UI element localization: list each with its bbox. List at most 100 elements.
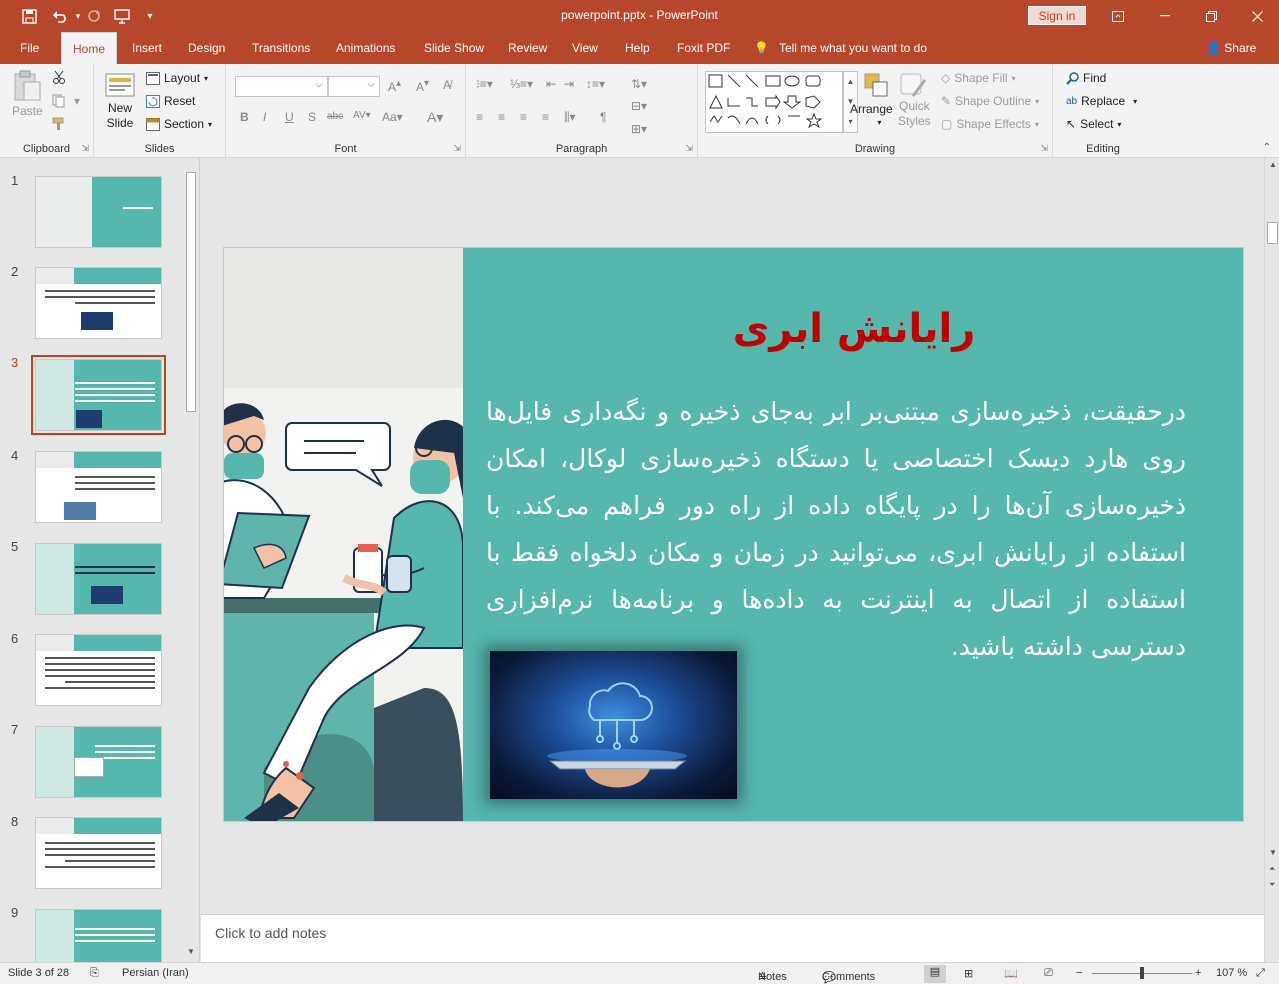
section-button[interactable]: Section ▾ bbox=[146, 117, 212, 131]
editor-scroll-thumb[interactable] bbox=[1267, 222, 1278, 244]
paste-button[interactable]: Paste bbox=[12, 70, 43, 118]
slide-title[interactable]: رایانش ابری bbox=[463, 306, 1243, 352]
slide-thumbnail-4[interactable] bbox=[35, 451, 162, 523]
quick-styles-button[interactable]: Quick Styles bbox=[898, 72, 931, 128]
spelling-check-icon[interactable]: ⎘ bbox=[90, 967, 99, 980]
slide-thumbnail-8[interactable] bbox=[35, 817, 162, 889]
columns-icon[interactable]: ⫼▾ bbox=[564, 110, 576, 125]
fit-to-window-icon[interactable]: ⤢ bbox=[1256, 967, 1265, 980]
notes-placeholder[interactable]: Click to add notes bbox=[215, 925, 326, 941]
slide-show-icon[interactable]: ⎚ bbox=[1044, 967, 1053, 980]
find-button[interactable]: Find bbox=[1066, 71, 1106, 85]
normal-view-icon[interactable]: ▤ bbox=[924, 965, 946, 983]
smartart-icon[interactable]: ⊞▾ bbox=[631, 122, 647, 136]
font-launcher-icon[interactable]: ⇲ bbox=[453, 143, 461, 154]
scroll-up-icon[interactable]: ▲ bbox=[1269, 160, 1277, 169]
tab-file[interactable]: File bbox=[20, 32, 39, 64]
editor-scrollbar[interactable]: ▲ ▼ ⏶ ⏷ bbox=[1264, 158, 1279, 962]
drawing-launcher-icon[interactable]: ⇲ bbox=[1040, 143, 1048, 154]
shapes-gallery[interactable] bbox=[705, 71, 843, 133]
close-icon[interactable] bbox=[1245, 6, 1269, 26]
underline-icon[interactable]: U bbox=[285, 110, 294, 124]
share-button[interactable]: 👤 Share bbox=[1206, 32, 1256, 64]
next-slide-icon[interactable]: ⏷ bbox=[1269, 880, 1275, 890]
line-spacing-icon[interactable]: ↕≡▾ bbox=[586, 77, 605, 91]
scroll-down-icon[interactable]: ▼ bbox=[1269, 848, 1277, 857]
arrange-button[interactable]: Arrange ▾ bbox=[848, 72, 893, 127]
layout-button[interactable]: Layout ▾ bbox=[146, 71, 208, 85]
format-painter-icon[interactable] bbox=[52, 117, 66, 131]
language-indicator[interactable]: Persian (Iran) bbox=[122, 967, 189, 979]
slide-thumbnail-2[interactable] bbox=[35, 267, 162, 339]
scroll-down-icon[interactable]: ▼ bbox=[187, 947, 195, 956]
bold-icon[interactable]: B bbox=[240, 110, 249, 124]
slide-canvas[interactable]: رایانش ابری درحقیقت، ذخیره‌سازی مبتنی‌بر… bbox=[223, 247, 1244, 822]
align-right-icon[interactable]: ≡ bbox=[520, 110, 527, 124]
sign-in-button[interactable]: Sign in bbox=[1028, 6, 1086, 25]
tab-transitions[interactable]: Transitions bbox=[252, 32, 310, 64]
font-size-combo[interactable]: ⌵ bbox=[328, 76, 380, 97]
zoom-level[interactable]: 107 % bbox=[1216, 967, 1247, 979]
tell-me-search[interactable]: 💡 Tell me what you want to do bbox=[754, 32, 927, 64]
thumbnails-scroll-thumb[interactable] bbox=[186, 172, 196, 412]
change-case-icon[interactable]: Aa▾ bbox=[382, 110, 403, 124]
strikethrough-icon[interactable]: abc bbox=[327, 111, 343, 122]
tab-view[interactable]: View bbox=[572, 32, 598, 64]
tab-review[interactable]: Review bbox=[508, 32, 547, 64]
ribbon-display-options-icon[interactable] bbox=[1106, 6, 1130, 26]
replace-button[interactable]: ab Replace ▾ bbox=[1066, 94, 1137, 108]
tab-insert[interactable]: Insert bbox=[132, 32, 162, 64]
shape-fill-button[interactable]: ◇ Shape Fill ▾ bbox=[941, 71, 1016, 85]
text-shadow-icon[interactable]: S bbox=[308, 110, 316, 124]
align-left-icon[interactable]: ≡ bbox=[476, 110, 483, 124]
tab-home[interactable]: Home bbox=[61, 32, 118, 64]
tab-help[interactable]: Help bbox=[625, 32, 650, 64]
align-text-icon[interactable]: ⊟▾ bbox=[631, 99, 647, 113]
slide-thumbnail-9[interactable] bbox=[35, 909, 162, 962]
slide-body-text[interactable]: درحقیقت، ذخیره‌سازی مبتنی‌بر ابر به‌جای … bbox=[486, 388, 1186, 670]
font-name-combo[interactable]: ⌵ bbox=[235, 76, 328, 97]
slide-sorter-icon[interactable]: ⊞ bbox=[964, 967, 973, 980]
tab-animations[interactable]: Animations bbox=[336, 32, 395, 64]
shape-outline-button[interactable]: ✎ Shape Outline ▾ bbox=[941, 94, 1039, 108]
bullets-icon[interactable]: ⁝≡▾ bbox=[476, 77, 493, 91]
clipboard-launcher-icon[interactable]: ⇲ bbox=[81, 143, 89, 154]
increase-font-icon[interactable]: A▴ bbox=[388, 78, 401, 94]
increase-indent-icon[interactable]: ⇥ bbox=[564, 77, 574, 91]
numbering-icon[interactable]: ⅓≡▾ bbox=[510, 77, 533, 91]
tab-foxit-pdf[interactable]: Foxit PDF bbox=[677, 32, 730, 64]
restore-icon[interactable] bbox=[1199, 6, 1223, 26]
align-center-icon[interactable]: ≡ bbox=[498, 110, 505, 124]
zoom-in-icon[interactable]: + bbox=[1195, 967, 1201, 979]
decrease-font-icon[interactable]: A▾ bbox=[416, 78, 429, 94]
rtl-icon[interactable]: ¶ bbox=[600, 110, 606, 124]
tab-design[interactable]: Design bbox=[188, 32, 225, 64]
slide-thumbnail-3[interactable] bbox=[31, 355, 166, 435]
slide-thumbnail-5[interactable] bbox=[35, 543, 162, 615]
decrease-indent-icon[interactable]: ⇤ bbox=[546, 77, 556, 91]
font-color-icon[interactable]: A▾ bbox=[427, 109, 443, 126]
tab-slide-show[interactable]: Slide Show bbox=[424, 32, 484, 64]
zoom-slider-thumb[interactable] bbox=[1140, 967, 1144, 979]
paragraph-launcher-icon[interactable]: ⇲ bbox=[685, 143, 693, 154]
new-slide-button[interactable]: New Slide bbox=[104, 70, 136, 130]
notes-pane[interactable]: Click to add notes bbox=[201, 914, 1264, 962]
justify-icon[interactable]: ≡ bbox=[542, 110, 549, 124]
minimize-icon[interactable] bbox=[1153, 6, 1177, 26]
shape-effects-button[interactable]: ▢ Shape Effects ▾ bbox=[941, 117, 1039, 131]
slide-thumbnail-7[interactable] bbox=[35, 726, 162, 798]
thumbnails-scrollbar[interactable]: ▼ bbox=[184, 162, 198, 958]
cut-icon[interactable] bbox=[52, 70, 66, 84]
copy-icon[interactable]: ▾ bbox=[52, 94, 80, 108]
collapse-ribbon-icon[interactable]: ⌃ bbox=[1263, 142, 1271, 153]
text-direction-icon[interactable]: ⇅▾ bbox=[631, 77, 647, 91]
character-spacing-icon[interactable]: AV▾ bbox=[353, 110, 371, 121]
clear-formatting-icon[interactable]: A̸ bbox=[443, 78, 451, 92]
italic-icon[interactable]: I bbox=[263, 110, 266, 124]
slide-thumbnail-1[interactable]: ▬▬▬▬▬ bbox=[35, 176, 162, 248]
slide-thumbnail-6[interactable] bbox=[35, 634, 162, 706]
previous-slide-icon[interactable]: ⏶ bbox=[1269, 864, 1275, 874]
reset-button[interactable]: Reset bbox=[146, 94, 195, 108]
zoom-out-icon[interactable]: − bbox=[1076, 967, 1082, 979]
cloud-computing-image[interactable] bbox=[490, 651, 737, 799]
